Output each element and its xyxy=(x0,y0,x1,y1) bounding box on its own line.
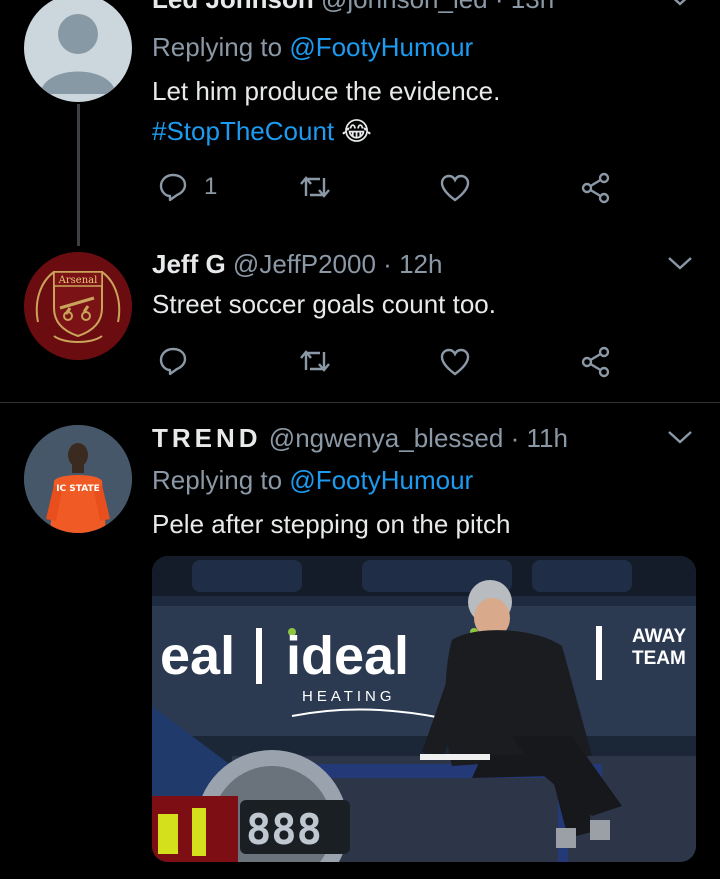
author-name[interactable]: Jeff G xyxy=(152,249,226,279)
arsenal-crest-icon: Arsenal xyxy=(24,252,132,360)
tweet-text-line2: #StopTheCount 😂 xyxy=(152,114,372,148)
avatar-trend[interactable]: IC STATE xyxy=(24,425,132,533)
retweet-icon[interactable] xyxy=(298,346,332,376)
mention-link[interactable]: @FootyHumour xyxy=(289,32,473,62)
reply-icon[interactable] xyxy=(158,172,188,202)
tweet-text: Let him produce the evidence. xyxy=(152,76,501,106)
chevron-down-icon[interactable] xyxy=(666,430,694,446)
like-icon[interactable] xyxy=(440,174,470,202)
svg-text:HEATING: HEATING xyxy=(302,688,396,705)
laughing-emoji: 😂 xyxy=(341,116,372,146)
svg-text:ideal: ideal xyxy=(286,626,409,686)
mention-link[interactable]: @FootyHumour xyxy=(289,465,473,495)
like-icon[interactable] xyxy=(440,348,470,376)
svg-text:eal: eal xyxy=(160,626,235,686)
tweet-header: TREND @ngwenya_blessed · 11h xyxy=(152,423,568,453)
tweet-text: Street soccer goals count too. xyxy=(152,289,496,319)
tweet-header: Led Johnson @johnson_led · 13h xyxy=(152,0,554,16)
replying-to: Replying to @FootyHumour xyxy=(152,465,474,495)
author-name[interactable]: TREND xyxy=(152,423,262,453)
chevron-down-icon[interactable] xyxy=(666,0,694,8)
svg-text:888: 888 xyxy=(246,805,322,854)
hashtag-link[interactable]: #StopTheCount xyxy=(152,116,334,146)
chevron-down-icon[interactable] xyxy=(666,256,694,272)
reply-count: 1 xyxy=(204,173,218,200)
author-handle[interactable]: @JeffP2000 xyxy=(233,249,376,279)
tweet-media-image[interactable]: eal ideal HEATING AWAY TEAM 888 xyxy=(152,556,696,862)
share-icon[interactable] xyxy=(580,346,612,378)
author-handle[interactable]: @johnson_led xyxy=(321,0,488,14)
svg-text:Arsenal: Arsenal xyxy=(58,275,98,286)
tweet-divider xyxy=(0,402,720,403)
thread-line xyxy=(77,104,80,246)
tweet-time[interactable]: 12h xyxy=(399,249,442,279)
svg-text:IC STATE: IC STATE xyxy=(56,484,100,494)
svg-text:AWAY: AWAY xyxy=(632,626,687,647)
avatar-arsenal[interactable]: Arsenal xyxy=(24,252,132,360)
author-handle[interactable]: @ngwenya_blessed xyxy=(269,423,504,453)
retweet-icon[interactable] xyxy=(298,172,332,202)
tweet-text: Pele after stepping on the pitch xyxy=(152,509,511,539)
author-name[interactable]: Led Johnson xyxy=(152,0,314,14)
avatar-default[interactable] xyxy=(24,0,132,102)
person-photo-icon: IC STATE xyxy=(24,425,132,533)
pitchside-photo: eal ideal HEATING AWAY TEAM 888 xyxy=(152,556,696,862)
tweet-time[interactable]: 11h xyxy=(526,423,567,453)
tweet-header: Jeff G @JeffP2000 · 12h xyxy=(152,249,443,279)
svg-text:TEAM: TEAM xyxy=(632,648,686,669)
replying-to: Replying to @FootyHumour xyxy=(152,32,474,62)
reply-icon[interactable] xyxy=(158,346,188,376)
share-icon[interactable] xyxy=(580,172,612,204)
tweet-time[interactable]: 13h xyxy=(511,0,554,14)
default-user-icon xyxy=(40,14,116,94)
